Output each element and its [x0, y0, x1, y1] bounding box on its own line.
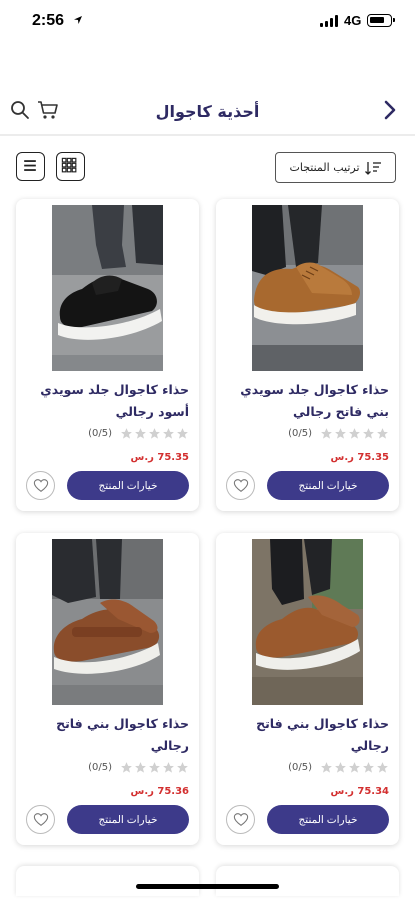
product-price: 75.36 ر.س [130, 786, 189, 797]
sort-label: ترتيب المنتجات [289, 161, 360, 174]
product-options-button[interactable]: خيارات المنتج [267, 805, 389, 834]
sort-products-button[interactable]: ترتيب المنتجات [275, 152, 396, 183]
rating-stars [320, 761, 389, 774]
brown-suede-shoe-image [252, 205, 363, 371]
heart-icon [33, 478, 48, 492]
product-image[interactable] [252, 539, 363, 705]
product-name[interactable]: حذاء كاجوال بني فاتح رجالي [26, 713, 189, 757]
product-card[interactable]: حذاء كاجوال بني فاتح رجالي (0/5) 75.36 ر… [16, 533, 199, 845]
list-icon [24, 160, 36, 171]
grid-view-button[interactable] [56, 152, 85, 181]
star-icon [177, 762, 188, 773]
status-bar: 2:56 4G [0, 0, 415, 46]
star-icon [349, 428, 360, 439]
star-icon [149, 428, 160, 439]
product-card[interactable]: حذاء كاجوال جلد سويدي بني فاتح رجالي (0/… [216, 199, 399, 511]
grid-icon [61, 157, 77, 173]
sort-icon [364, 161, 381, 175]
star-icon [377, 762, 388, 773]
wishlist-button[interactable] [226, 471, 255, 500]
star-icon [335, 428, 346, 439]
chevron-right-icon[interactable] [380, 99, 400, 121]
product-name[interactable]: حذاء كاجوال جلد سويدي بني فاتح رجالي [226, 379, 389, 423]
star-icon [149, 762, 160, 773]
rating-text: (0/5) [88, 762, 112, 773]
status-time: 2:56 [32, 12, 65, 29]
star-icon [377, 428, 388, 439]
rating-stars [320, 427, 389, 440]
product-name[interactable]: حذاء كاجوال جلد سويدي أسود رجالي [26, 379, 189, 423]
heart-icon [33, 812, 48, 826]
star-icon [363, 428, 374, 439]
wishlist-button[interactable] [226, 805, 255, 834]
rating-text: (0/5) [288, 428, 312, 439]
rating: (0/5) [288, 761, 389, 774]
star-icon [135, 428, 146, 439]
star-icon [177, 428, 188, 439]
star-icon [121, 762, 132, 773]
brown-leather-strap-shoe-image [52, 539, 163, 705]
star-icon [163, 762, 174, 773]
rating-stars [120, 427, 189, 440]
star-icon [163, 428, 174, 439]
product-listing-screen: 2:56 4G أحذية كاجوال ترتيب المنتجات حذاء… [0, 0, 415, 900]
signal-icon [320, 15, 340, 27]
product-price: 75.34 ر.س [330, 786, 389, 797]
battery-icon [367, 14, 395, 27]
product-card-partial[interactable] [16, 866, 199, 896]
rating: (0/5) [88, 427, 189, 440]
star-icon [135, 762, 146, 773]
wishlist-button[interactable] [26, 805, 55, 834]
star-icon [349, 762, 360, 773]
location-arrow-icon [74, 16, 82, 24]
product-card[interactable]: حذاء كاجوال بني فاتح رجالي (0/5) 75.34 ر… [216, 533, 399, 845]
rating: (0/5) [288, 427, 389, 440]
network-type: 4G [344, 13, 362, 28]
product-price: 75.35 ر.س [130, 452, 189, 463]
black-suede-shoe-image [52, 205, 163, 371]
product-options-button[interactable]: خيارات المنتج [67, 805, 189, 834]
app-header: أحذية كاجوال [0, 88, 415, 136]
star-icon [335, 762, 346, 773]
star-icon [363, 762, 374, 773]
listing-toolbar: ترتيب المنتجات [0, 152, 415, 186]
rating-text: (0/5) [88, 428, 112, 439]
product-name[interactable]: حذاء كاجوال بني فاتح رجالي [226, 713, 389, 757]
wishlist-button[interactable] [26, 471, 55, 500]
product-card-partial[interactable] [216, 866, 399, 896]
heart-icon [233, 478, 248, 492]
home-indicator[interactable] [136, 884, 279, 889]
rating-text: (0/5) [288, 762, 312, 773]
star-icon [121, 428, 132, 439]
product-image[interactable] [252, 205, 363, 371]
page-title: أحذية كاجوال [155, 102, 260, 121]
rating: (0/5) [88, 761, 189, 774]
list-view-button[interactable] [16, 152, 45, 181]
star-icon [321, 762, 332, 773]
product-image[interactable] [52, 539, 163, 705]
product-image[interactable] [52, 205, 163, 371]
star-icon [321, 428, 332, 439]
product-options-button[interactable]: خيارات المنتج [67, 471, 189, 500]
product-card[interactable]: حذاء كاجوال جلد سويدي أسود رجالي (0/5) 7… [16, 199, 199, 511]
product-options-button[interactable]: خيارات المنتج [267, 471, 389, 500]
brown-leather-shoe-image [252, 539, 363, 705]
rating-stars [120, 761, 189, 774]
product-price: 75.35 ر.س [330, 452, 389, 463]
heart-icon [233, 812, 248, 826]
